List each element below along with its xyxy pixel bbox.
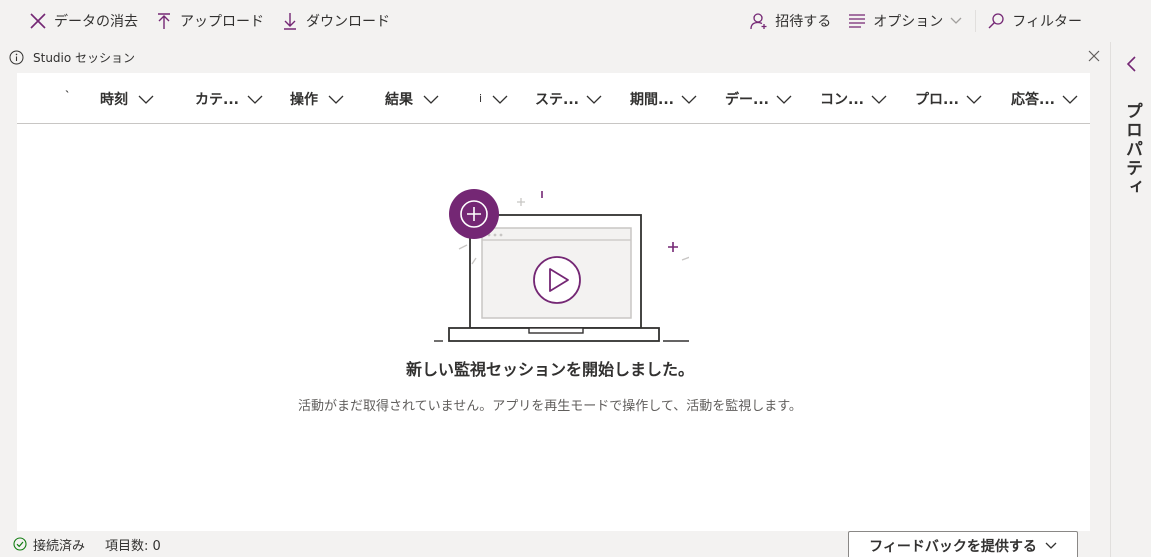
column-header-label: プロ... — [915, 91, 959, 108]
column-header-response[interactable]: 応答... — [1011, 73, 1091, 124]
column-header-label: デー... — [725, 91, 769, 108]
download-label: ダウンロード — [306, 14, 390, 30]
chevron-down-icon — [966, 95, 982, 104]
upload-button[interactable]: アップロード — [154, 0, 264, 42]
chevron-down-icon — [586, 95, 602, 104]
clear-data-label: データの消去 — [54, 14, 138, 30]
add-person-icon — [749, 11, 769, 31]
column-header-label: i — [479, 92, 483, 105]
column-header-label: 時刻 — [100, 91, 128, 108]
column-header-partial[interactable]: ` — [65, 73, 85, 124]
chevron-down-icon — [328, 95, 344, 104]
column-header-result[interactable]: 結果 — [385, 73, 465, 124]
column-header-category[interactable]: カテ... — [195, 73, 275, 124]
filter-button[interactable]: フィルター — [986, 0, 1082, 42]
column-header-data[interactable]: デー... — [725, 73, 805, 124]
column-header-info[interactable]: i — [479, 73, 519, 124]
column-header-row: ` 時刻 カテ... 操作 結果 i ステ... 期間... デー... コン.… — [17, 73, 1090, 124]
connection-status: 接続済み — [33, 538, 86, 554]
upload-label: アップロード — [180, 14, 264, 30]
invite-button[interactable]: 招待する — [749, 0, 831, 42]
toolbar-divider — [975, 10, 977, 32]
close-icon — [28, 11, 48, 31]
column-header-label: コン... — [820, 91, 864, 108]
chevron-down-icon — [1045, 542, 1057, 550]
properties-pane-collapsed: プロパティ — [1110, 42, 1151, 557]
close-icon[interactable] — [1088, 50, 1100, 62]
session-label: Studio セッション — [33, 51, 136, 65]
chevron-down-icon — [949, 11, 963, 31]
column-header-label: 応答... — [1011, 91, 1055, 108]
command-bar-left: データの消去 アップロード ダウンロード — [0, 0, 390, 42]
add-circle-icon — [449, 189, 499, 239]
chevron-down-icon — [247, 95, 263, 104]
monitor-panel: ` 時刻 カテ... 操作 結果 i ステ... 期間... デー... コン.… — [17, 73, 1090, 531]
column-header-property[interactable]: プロ... — [915, 73, 995, 124]
empty-state-description: 活動がまだ取得されていません。アプリを再生モードで操作して、活動を監視します。 — [298, 399, 802, 414]
column-header-label: ステ... — [535, 91, 579, 108]
column-header-label: 期間... — [630, 91, 674, 108]
check-circle-icon — [13, 537, 27, 551]
chevron-down-icon — [776, 95, 792, 104]
column-header-label: ` — [65, 89, 71, 102]
options-button[interactable]: オプション — [847, 0, 963, 42]
column-header-duration[interactable]: 期間... — [630, 73, 710, 124]
download-icon — [280, 11, 300, 31]
column-header-time[interactable]: 時刻 — [100, 73, 180, 124]
chevron-left-icon[interactable] — [1125, 56, 1137, 72]
chevron-down-icon — [138, 95, 154, 104]
chevron-down-icon — [492, 95, 508, 104]
empty-state-title: 新しい監視セッションを開始しました。 — [405, 360, 694, 379]
upload-icon — [154, 11, 174, 31]
filter-label: フィルター — [1012, 14, 1082, 30]
column-header-label: カテ... — [195, 91, 239, 108]
chevron-down-icon — [681, 95, 697, 104]
list-icon — [847, 11, 867, 31]
column-header-control[interactable]: コン... — [820, 73, 900, 124]
search-icon — [986, 11, 1006, 31]
chevron-down-icon — [871, 95, 887, 104]
invite-label: 招待する — [775, 14, 832, 30]
download-button[interactable]: ダウンロード — [280, 0, 390, 42]
item-count: 項目数: 0 — [105, 538, 161, 554]
chevron-down-icon — [1062, 95, 1078, 104]
column-header-status[interactable]: ステ... — [535, 73, 615, 124]
command-bar: データの消去 アップロード ダウンロード 招待する オプション フィルター — [0, 0, 1110, 42]
properties-pane-label[interactable]: プロパティ — [1120, 102, 1145, 197]
column-header-label: 結果 — [385, 91, 413, 108]
info-icon — [9, 50, 24, 65]
feedback-label: フィードバックを提供する — [869, 539, 1037, 555]
clear-data-button[interactable]: データの消去 — [28, 0, 138, 42]
feedback-button[interactable]: フィードバックを提供する — [848, 531, 1078, 557]
chevron-down-icon — [423, 95, 439, 104]
session-info-bar: Studio セッション — [0, 42, 1110, 73]
column-header-operation[interactable]: 操作 — [290, 73, 370, 124]
laptop-illustration — [434, 189, 689, 342]
column-header-label: 操作 — [290, 91, 318, 108]
command-bar-right: 招待する オプション フィルター — [749, 0, 1110, 42]
options-label: オプション — [873, 14, 944, 30]
play-icon — [533, 256, 581, 304]
